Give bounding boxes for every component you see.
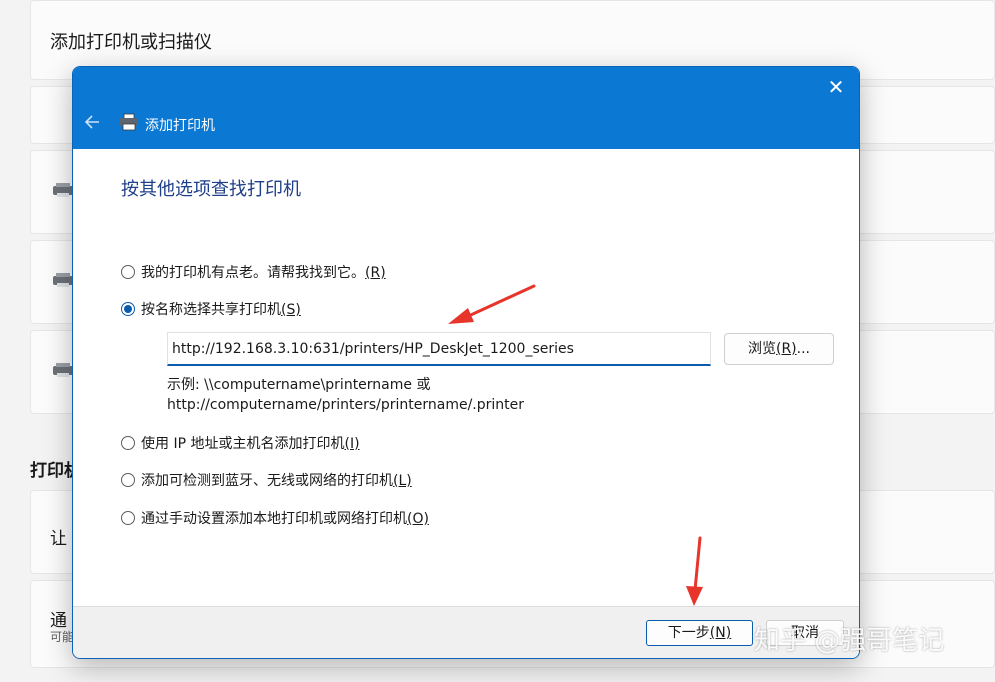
printer-icon [53, 183, 73, 197]
next-button[interactable]: 下一步(N) [646, 620, 753, 646]
next-label: 下一步 [667, 625, 710, 641]
close-icon: ✕ [827, 75, 845, 99]
bg-setting-sub-2: 可能 [50, 630, 75, 644]
option-old-printer[interactable]: 我的打印机有点老。请帮我找到它。(R) [121, 262, 386, 282]
close-button[interactable]: ✕ [823, 75, 849, 99]
option-label: 使用 IP 地址或主机名添加打印机 [141, 436, 345, 452]
access-key: (R) [365, 265, 386, 281]
dialog-titlebar: ✕ 添加打印机 [73, 67, 859, 149]
option-manual-settings[interactable]: 通过手动设置添加本地打印机或网络打印机(O) [121, 508, 429, 528]
option-bluetooth-wireless-network[interactable]: 添加可检测到蓝牙、无线或网络的打印机(L) [121, 470, 412, 490]
option-label: 通过手动设置添加本地打印机或网络打印机 [141, 511, 407, 527]
access-key: (N) [709, 625, 732, 641]
back-arrow-icon[interactable] [81, 111, 105, 133]
printer-icon [53, 273, 73, 287]
printer-icon [120, 113, 138, 131]
shared-printer-url-input[interactable] [167, 332, 711, 366]
printer-icon [53, 363, 73, 377]
browse-label: 浏览 [747, 341, 776, 357]
radio-manual-settings[interactable] [121, 511, 135, 525]
option-label: 按名称选择共享打印机 [141, 302, 281, 318]
access-key: (O) [407, 511, 429, 527]
watermark-text: 知乎 @强哥笔记 [754, 626, 945, 656]
radio-bluetooth-wireless-network[interactable] [121, 473, 135, 487]
bg-setting-text-1: 让 [50, 529, 67, 549]
option-label: 我的打印机有点老。请帮我找到它。 [141, 265, 365, 281]
radio-ip-hostname[interactable] [121, 436, 135, 450]
option-label: 添加可检测到蓝牙、无线或网络的打印机 [141, 473, 393, 489]
dialog-footer: 下一步(N) 取消 [73, 606, 859, 658]
example-line-2: http://computername/printers/printername… [167, 397, 525, 413]
option-shared-printer-by-name[interactable]: 按名称选择共享打印机(S) [121, 299, 301, 319]
option-ip-hostname[interactable]: 使用 IP 地址或主机名添加打印机(I) [121, 433, 360, 453]
access-key: (L) [393, 473, 412, 489]
dialog-title: 添加打印机 [145, 118, 215, 134]
dialog-heading: 按其他选项查找打印机 [121, 179, 301, 200]
access-key: (R) [775, 341, 797, 357]
page-title: 添加打印机或扫描仪 [50, 32, 212, 53]
example-line-1: 示例: \\computername\printername 或 [167, 377, 431, 393]
access-key: (I) [344, 436, 360, 452]
access-key: (S) [281, 302, 301, 318]
radio-old-printer[interactable] [121, 265, 135, 279]
radio-shared-printer-by-name[interactable] [121, 302, 135, 316]
browse-button[interactable]: 浏览(R)... [724, 333, 834, 365]
browse-suffix: ... [796, 341, 810, 357]
add-printer-dialog: ✕ 添加打印机 按其他选项查找打印机 我的打印机有点老。请帮我找到它。(R) 按… [72, 66, 860, 659]
example-text: 示例: \\computername\printername 或 http://… [167, 375, 524, 415]
